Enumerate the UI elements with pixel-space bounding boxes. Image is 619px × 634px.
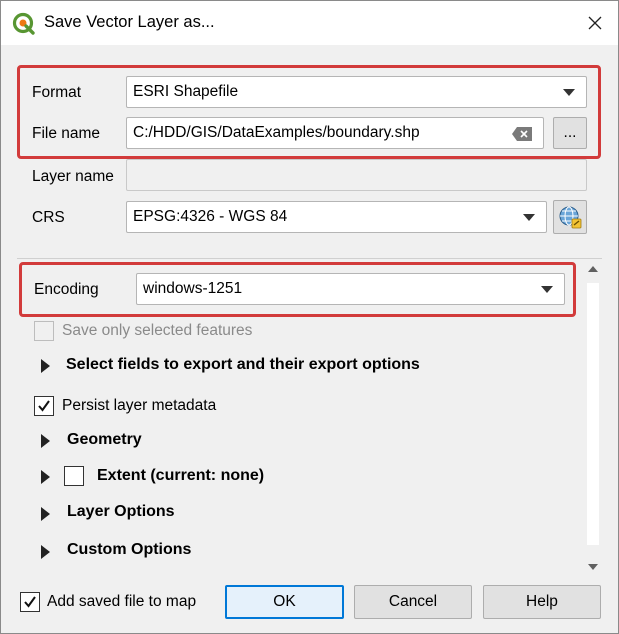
geometry-section[interactable]: Geometry xyxy=(67,431,142,449)
crs-label: CRS xyxy=(32,209,65,226)
encoding-value: windows-1251 xyxy=(143,280,243,297)
persist-metadata-checkbox[interactable] xyxy=(34,396,54,416)
help-button[interactable]: Help xyxy=(483,585,601,619)
save-selected-checkbox[interactable] xyxy=(34,321,54,341)
layer-options-section[interactable]: Layer Options xyxy=(67,503,175,521)
qgis-logo-icon xyxy=(12,12,35,35)
scroll-up-icon[interactable] xyxy=(588,266,598,272)
filename-label: File name xyxy=(32,125,101,142)
layername-field[interactable] xyxy=(126,159,587,191)
expand-arrow-icon[interactable] xyxy=(41,545,50,559)
scroll-down-icon[interactable] xyxy=(588,564,598,570)
title-bar: Save Vector Layer as... xyxy=(1,1,618,45)
checkmark-icon xyxy=(38,400,50,412)
format-label: Format xyxy=(32,84,82,101)
chevron-down-icon xyxy=(523,214,535,221)
crs-combo[interactable]: EPSG:4326 - WGS 84 xyxy=(126,201,547,233)
expand-arrow-icon[interactable] xyxy=(41,359,50,373)
checkmark-icon xyxy=(24,596,36,608)
close-button[interactable] xyxy=(572,1,618,45)
expand-arrow-icon[interactable] xyxy=(41,470,50,484)
expand-arrow-icon[interactable] xyxy=(41,507,50,521)
custom-options-section[interactable]: Custom Options xyxy=(67,541,191,559)
cancel-button[interactable]: Cancel xyxy=(354,585,472,619)
globe-crs-icon xyxy=(559,206,582,229)
close-icon xyxy=(588,16,602,30)
extent-checkbox[interactable] xyxy=(64,466,84,486)
cancel-label: Cancel xyxy=(388,593,438,610)
chevron-down-icon xyxy=(541,286,553,293)
filename-value: C:/HDD/GIS/DataExamples/boundary.shp xyxy=(133,124,420,141)
ok-label: OK xyxy=(273,593,296,610)
scroll-track[interactable] xyxy=(587,283,599,545)
clear-icon[interactable] xyxy=(511,126,533,142)
filename-field[interactable]: C:/HDD/GIS/DataExamples/boundary.shp xyxy=(126,117,544,149)
select-fields-section[interactable]: Select fields to export and their export… xyxy=(66,356,420,374)
format-value: ESRI Shapefile xyxy=(133,83,239,100)
encoding-label: Encoding xyxy=(34,281,99,298)
crs-select-button[interactable] xyxy=(553,200,587,234)
add-to-map-label: Add saved file to map xyxy=(47,593,197,610)
vertical-scrollbar[interactable] xyxy=(584,259,602,578)
encoding-combo[interactable]: windows-1251 xyxy=(136,273,565,305)
save-selected-label: Save only selected features xyxy=(62,322,253,339)
browse-label: ... xyxy=(563,124,577,141)
format-combo[interactable]: ESRI Shapefile xyxy=(126,76,587,108)
extent-section[interactable]: Extent (current: none) xyxy=(97,467,264,485)
window-title: Save Vector Layer as... xyxy=(44,13,215,31)
save-vector-layer-dialog: Save Vector Layer as... Format ESRI Shap… xyxy=(0,0,619,634)
ok-button[interactable]: OK xyxy=(225,585,344,619)
help-label: Help xyxy=(526,593,558,610)
add-to-map-checkbox[interactable] xyxy=(20,592,40,612)
chevron-down-icon xyxy=(563,89,575,96)
browse-button[interactable]: ... xyxy=(553,117,587,149)
layername-label: Layer name xyxy=(32,168,114,185)
options-scroll-area[interactable] xyxy=(17,258,602,578)
expand-arrow-icon[interactable] xyxy=(41,434,50,448)
persist-metadata-label: Persist layer metadata xyxy=(62,397,217,414)
crs-value: EPSG:4326 - WGS 84 xyxy=(133,208,288,225)
